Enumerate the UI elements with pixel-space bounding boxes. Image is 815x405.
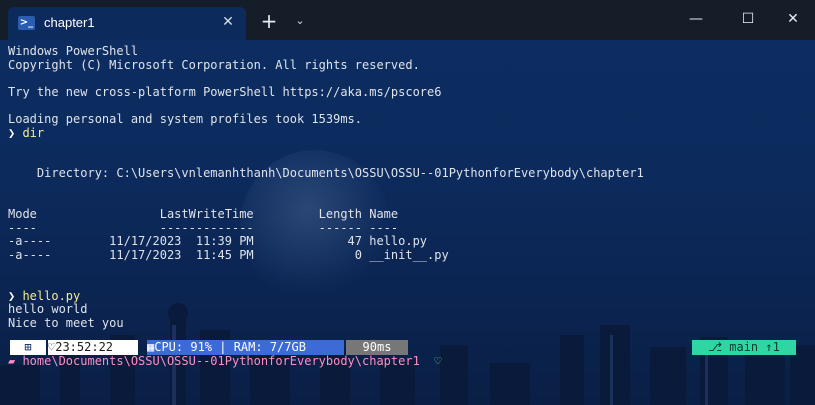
- duration-segment: 90ms: [346, 340, 408, 355]
- title-bar: >_ chapter1 ✕ + ⌄ — ☐ ✕: [0, 0, 815, 40]
- new-tab-button[interactable]: +: [258, 10, 280, 32]
- terminal-line: hello world: [8, 302, 88, 317]
- prompt-status-bar: ⊞ ♡23:52:22 ▦CPU: 91% | RAM: 7/7GB 90ms …: [8, 340, 808, 355]
- tab-chapter1[interactable]: >_ chapter1 ✕: [8, 7, 246, 40]
- terminal-line: Directory: C:\Users\vnlemanhthanh\Docume…: [8, 166, 644, 181]
- heart-icon: ♡: [434, 354, 442, 368]
- folder-icon: ▰: [8, 354, 23, 368]
- windows-icon: ⊞: [10, 340, 46, 355]
- chevron-down-icon[interactable]: ⌄: [291, 12, 309, 30]
- current-path: ▰ home\Documents\OSSU\OSSU--01PythonforE…: [8, 354, 442, 369]
- terminal-line: Copyright (C) Microsoft Corporation. All…: [8, 57, 420, 72]
- powershell-icon: >_: [18, 16, 35, 30]
- terminal-line: Nice to meet you: [8, 315, 124, 330]
- terminal-window: >_ chapter1 ✕ + ⌄ — ☐ ✕ Windows PowerShe…: [0, 0, 815, 405]
- command-text: hello.py: [22, 288, 81, 303]
- prompt-line: ❯ dir: [8, 125, 808, 141]
- terminal-line: Mode LastWriteTime Length Name: [8, 207, 399, 222]
- maximize-button[interactable]: ☐: [736, 8, 760, 30]
- terminal-line: Loading personal and system profiles too…: [8, 111, 363, 126]
- path-text: home\Documents\OSSU\OSSU--01PythonforEve…: [22, 354, 420, 368]
- prompt-chevron-icon: ❯: [8, 125, 23, 140]
- close-tab-icon[interactable]: ✕: [219, 13, 237, 31]
- prompt-chevron-icon: ❯: [8, 288, 23, 303]
- prompt-line: ❯ hello.py: [8, 288, 808, 304]
- minimize-button[interactable]: —: [684, 8, 708, 30]
- terminal-line: -a---- 11/17/2023 11:45 PM 0 __init__.py: [8, 247, 449, 262]
- git-branch-segment: ⎇ main ↑1: [692, 340, 796, 355]
- terminal-line: ---- ------------- ------ ----: [8, 220, 399, 235]
- time-segment: ♡23:52:22: [48, 340, 138, 355]
- resource-segment: ▦CPU: 91% | RAM: 7/7GB: [147, 340, 344, 355]
- terminal-line: Try the new cross-platform PowerShell ht…: [8, 84, 442, 99]
- command-text: dir: [22, 125, 45, 140]
- tab-title: chapter1: [44, 15, 95, 30]
- terminal-line: -a---- 11/17/2023 11:39 PM 47 hello.py: [8, 234, 428, 249]
- close-window-button[interactable]: ✕: [781, 8, 805, 30]
- terminal-output[interactable]: Windows PowerShell Copyright (C) Microsof…: [8, 44, 808, 330]
- terminal-line: Windows PowerShell: [8, 44, 139, 58]
